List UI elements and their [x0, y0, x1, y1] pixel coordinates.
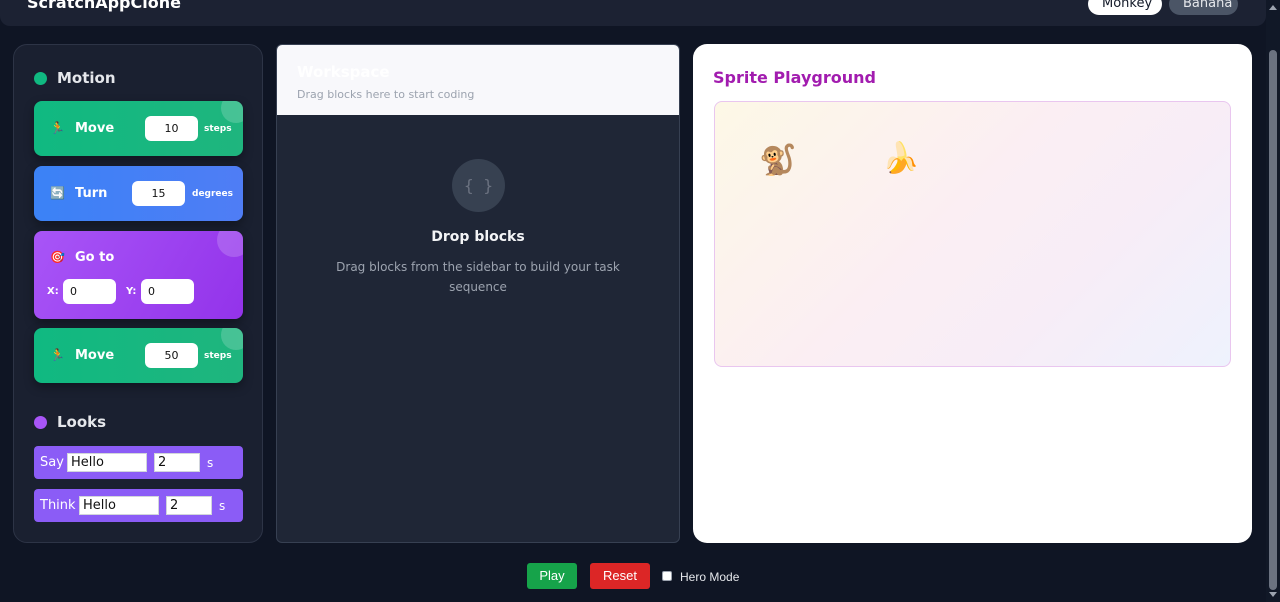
turn-degrees-input[interactable]: 15 — [132, 181, 185, 206]
move-steps-input[interactable]: 10 — [145, 116, 198, 141]
workspace-drop-area[interactable]: Workspace Drag blocks here to start codi… — [276, 44, 680, 543]
move-steps-unit: steps — [204, 124, 232, 134]
turn-block-label: Turn — [75, 186, 108, 201]
hero-mode-checkbox[interactable] — [662, 571, 672, 581]
page-scrollbar[interactable] — [1266, 0, 1280, 602]
hero-mode-label: Hero Mode — [680, 570, 740, 584]
goto-block-label: Go to — [75, 250, 115, 265]
workspace-header: Workspace Drag blocks here to start codi… — [277, 45, 679, 115]
think-text-input[interactable]: Hello — [79, 496, 159, 515]
looks-title-label: Looks — [57, 413, 107, 431]
app-title: ScratchAppClone — [27, 0, 181, 12]
goto-x-input[interactable]: 0 — [63, 279, 116, 304]
say-block[interactable]: Say Hello 2 s — [34, 446, 243, 479]
sprite-playground-panel: Sprite Playground 🐒 🍌 — [693, 44, 1252, 543]
looks-section-title: Looks — [34, 413, 106, 431]
think-block-label: Think — [40, 498, 76, 513]
move-block[interactable]: 🏃 Move 10 steps — [34, 101, 243, 156]
move-block[interactable]: 🏃 Move 50 steps — [34, 328, 243, 383]
say-seconds-unit: s — [207, 456, 214, 470]
drop-blocks-description: Drag blocks from the sidebar to build yo… — [336, 260, 620, 294]
workspace-title: Workspace — [297, 63, 390, 81]
say-seconds-input[interactable]: 2 — [154, 453, 200, 472]
sprite-tab-monkey[interactable]: Monkey — [1088, 0, 1162, 15]
sprite-stage: 🐒 🍌 — [714, 101, 1231, 367]
goto-x-label: X: — [47, 286, 59, 297]
think-seconds-input[interactable]: 2 — [166, 496, 212, 515]
workspace-subtitle: Drag blocks here to start coding — [297, 88, 475, 101]
play-button[interactable]: Play — [527, 563, 577, 589]
think-block[interactable]: Think Hello 2 s — [34, 489, 243, 522]
code-braces-icon: { } — [452, 159, 505, 212]
move-steps-input[interactable]: 50 — [145, 343, 198, 368]
target-icon: 🎯 — [50, 250, 65, 264]
think-seconds-unit: s — [219, 499, 226, 513]
motion-section-title: Motion — [34, 69, 116, 87]
sprite-tab-banana[interactable]: Banana — [1169, 0, 1238, 15]
runner-icon: 🏃 — [50, 121, 65, 135]
goto-y-input[interactable]: 0 — [141, 279, 194, 304]
scroll-up-arrow-icon[interactable] — [1269, 5, 1277, 10]
rotate-icon: 🔄 — [50, 186, 65, 200]
goto-block[interactable]: 🎯 Go to X: 0 Y: 0 — [34, 231, 243, 319]
turn-block[interactable]: 🔄 Turn 15 degrees — [34, 166, 243, 221]
scrollbar-thumb[interactable] — [1269, 50, 1277, 590]
move-steps-unit: steps — [204, 351, 232, 361]
move-block-label: Move — [75, 348, 115, 363]
drop-blocks-title: Drop blocks — [431, 229, 525, 245]
say-text-input[interactable]: Hello — [67, 453, 147, 472]
looks-dot-icon — [34, 415, 47, 429]
monkey-sprite[interactable]: 🐒 — [759, 146, 796, 176]
say-block-label: Say — [40, 455, 64, 470]
app-header: ScratchAppClone Monkey Banana — [0, 0, 1266, 26]
motion-title-label: Motion — [57, 69, 116, 87]
runner-icon: 🏃 — [50, 348, 65, 362]
scroll-down-arrow-icon[interactable] — [1269, 592, 1277, 597]
move-block-label: Move — [75, 121, 115, 136]
banana-sprite[interactable]: 🍌 — [882, 144, 919, 174]
turn-degrees-unit: degrees — [192, 189, 233, 199]
playground-title: Sprite Playground — [713, 68, 876, 87]
goto-y-label: Y: — [126, 286, 137, 297]
reset-button[interactable]: Reset — [590, 563, 650, 589]
block-palette-sidebar: Motion 🏃 Move 10 steps 🔄 Turn 15 degrees… — [13, 44, 263, 543]
motion-dot-icon — [34, 71, 47, 85]
